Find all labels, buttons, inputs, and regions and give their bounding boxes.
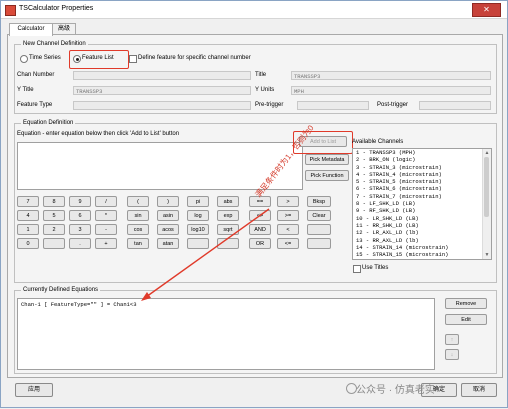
apply-button[interactable]: 应用 <box>15 383 53 397</box>
watermark: 公众号 · 仿真老实 <box>356 385 435 396</box>
tab-calculator[interactable]: Calculator <box>9 23 53 36</box>
cancel-button[interactable]: 取消 <box>461 383 497 397</box>
properties-window: TSCalculator Properties ✕ Calculator 高级 … <box>0 0 508 408</box>
annotation-arrow <box>141 208 270 301</box>
